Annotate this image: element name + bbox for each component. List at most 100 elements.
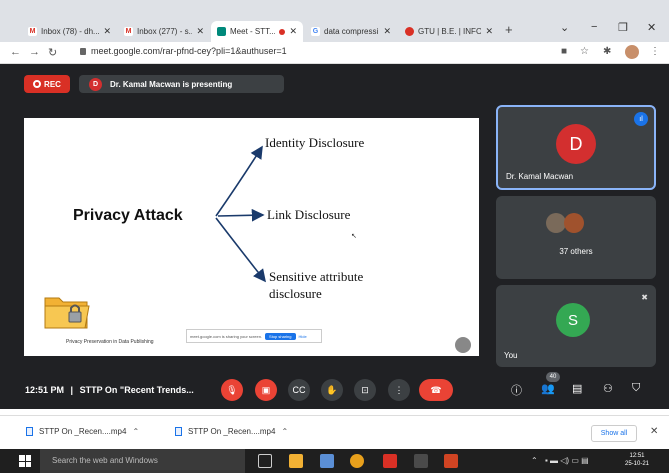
folder-lock-icon <box>44 297 90 329</box>
close-window-icon[interactable]: ✕ <box>647 21 656 34</box>
maximize-icon[interactable]: ❐ <box>618 21 628 34</box>
file-icon <box>175 427 182 436</box>
extensions-icon[interactable]: ✱ <box>603 46 611 57</box>
present-button[interactable]: ⊡ <box>354 379 376 401</box>
close-icon[interactable]: ✕ <box>485 26 493 37</box>
clock-date: 25-10-21 <box>625 461 650 467</box>
windows-start-icon[interactable] <box>19 455 31 467</box>
gtu-icon <box>405 27 414 36</box>
new-tab-button[interactable]: + <box>505 22 513 37</box>
slide-caption: Privacy Preservation in Data Publishing <box>66 339 154 345</box>
download-item[interactable]: STTP On _Recen....mp4 ⌃ <box>26 427 139 436</box>
back-icon[interactable]: ← <box>10 46 21 58</box>
slide-circle-button[interactable] <box>455 337 471 353</box>
chevron-up-icon[interactable]: ⌃ <box>281 427 288 436</box>
record-icon <box>33 80 42 88</box>
meet-icon <box>217 27 226 36</box>
close-icon[interactable]: ✕ <box>103 26 111 37</box>
participant-tile-self[interactable]: ✖ S You <box>496 285 656 367</box>
rec-label: REC <box>44 79 61 89</box>
tray-icons[interactable]: ▪ ▬ ◁) ▭ ▤ <box>545 456 589 465</box>
url-text: meet.google.com/rar-pfnd-cey?pli=1&authu… <box>91 46 287 56</box>
close-icon[interactable]: ✕ <box>650 426 658 437</box>
chat-icon[interactable]: ▤ <box>572 382 582 395</box>
task-view-icon[interactable] <box>258 454 272 468</box>
presenter-avatar-large: D <box>556 124 596 164</box>
tab-title: GTU | B.E. | INFO... <box>418 27 482 36</box>
browser-tab-strip: M Inbox (78) - dh... ✕ M Inbox (277) - s… <box>0 0 669 42</box>
forward-icon[interactable]: → <box>29 46 40 58</box>
star-icon[interactable]: ☆ <box>580 46 589 57</box>
diagram-arrows <box>215 145 266 283</box>
taskbar-search[interactable]: Search the web and Windows <box>40 449 245 473</box>
raise-hand-button[interactable]: ✋ <box>321 379 343 401</box>
speaking-indicator-icon: ıl <box>634 112 648 126</box>
tab-inbox-2[interactable]: M Inbox (277) - s... ✕ <box>118 21 210 42</box>
separator: | <box>70 385 74 395</box>
gmail-icon: M <box>124 27 133 36</box>
download-item[interactable]: STTP On _Recen....mp4 ⌃ <box>175 427 288 436</box>
slide-branch-sensitive-2: disclosure <box>269 286 322 301</box>
leave-call-button[interactable]: ☎ <box>419 379 453 401</box>
chevron-up-icon[interactable]: ⌃ <box>132 427 139 436</box>
tab-inbox-1[interactable]: M Inbox (78) - dh... ✕ <box>22 21 117 42</box>
tab-meet[interactable]: Meet - STT... ✕ <box>211 21 303 42</box>
powerpoint-icon[interactable] <box>444 454 458 468</box>
show-all-button[interactable]: Show all <box>591 425 637 442</box>
windows-taskbar: Search the web and Windows ⌃ ▪ ▬ ◁) ▭ ▤ … <box>0 449 669 473</box>
taskbar-clock[interactable]: 12:51 25-10-21 <box>625 452 649 468</box>
participant-tile-others[interactable]: 37 others <box>496 196 656 279</box>
google-icon: G <box>311 27 320 36</box>
file-explorer-icon[interactable] <box>289 454 303 468</box>
tab-title: Meet - STT... <box>230 27 276 36</box>
presenting-banner: D Dr. Kamal Macwan is presenting <box>79 75 284 93</box>
url-field[interactable]: meet.google.com/rar-pfnd-cey?pli=1&authu… <box>80 46 287 56</box>
reload-icon[interactable]: ↻ <box>48 46 57 59</box>
close-icon[interactable]: ✕ <box>289 26 297 37</box>
tab-search-icon[interactable]: ⌄ <box>560 21 569 34</box>
presenting-text: Dr. Kamal Macwan is presenting <box>110 79 233 89</box>
mic-toggle-button[interactable]: 🎙 <box>221 379 243 401</box>
stop-sharing-button[interactable]: Stop sharing <box>265 332 296 340</box>
app-icon[interactable] <box>320 454 334 468</box>
people-icon[interactable]: 👥 <box>541 382 555 395</box>
recording-icon <box>279 28 286 35</box>
chrome-icon[interactable] <box>350 454 364 468</box>
tray-chevron-icon[interactable]: ⌃ <box>531 456 538 465</box>
camera-icon[interactable]: ■ <box>561 46 567 57</box>
gmail-icon: M <box>28 27 37 36</box>
presenter-avatar: D <box>89 77 102 91</box>
acrobat-icon[interactable] <box>383 454 397 468</box>
others-count: 37 others <box>559 247 593 256</box>
close-icon[interactable]: ✕ <box>383 26 391 37</box>
download-filename: STTP On _Recen....mp4 <box>188 427 276 436</box>
host-controls-icon[interactable]: ⛉ <box>632 382 640 395</box>
download-filename: STTP On _Recen....mp4 <box>39 427 127 436</box>
tab-title: data compressi... <box>324 27 380 36</box>
more-options-button[interactable]: ⋮ <box>388 379 410 401</box>
profile-avatar[interactable] <box>625 45 639 59</box>
recording-badge: REC <box>24 75 70 93</box>
activities-icon[interactable]: ⚇ <box>603 382 613 395</box>
camera-toggle-button[interactable]: ▣ <box>255 379 277 401</box>
tab-title: Inbox (277) - s... <box>137 27 193 36</box>
tab-gtu[interactable]: GTU | B.E. | INFO... ✕ <box>399 21 499 42</box>
meet-window: REC D Dr. Kamal Macwan is presenting Pri… <box>0 64 669 409</box>
clock-time: 12:51 <box>629 453 645 459</box>
tab-data-compression[interactable]: G data compressi... ✕ <box>305 21 397 42</box>
self-avatar: S <box>556 303 590 337</box>
meeting-time: 12:51 PM <box>25 385 65 395</box>
app-icon[interactable] <box>414 454 428 468</box>
meeting-details-icon[interactable]: ⓘ <box>511 382 522 398</box>
participant-tile-presenter[interactable]: ıl D Dr. Kamal Macwan <box>496 105 656 190</box>
participants-count-badge: 40 <box>546 372 560 382</box>
hide-button[interactable]: Hide <box>299 334 307 339</box>
mic-off-icon: ✖ <box>641 293 648 302</box>
menu-icon[interactable]: ⋮ <box>650 46 660 57</box>
mouse-cursor-icon: ↖ <box>351 233 357 240</box>
captions-button[interactable]: CC <box>288 379 310 401</box>
close-icon[interactable]: ✕ <box>196 26 204 37</box>
slide-center-label: Privacy Attack <box>73 207 183 224</box>
downloads-bar: STTP On _Recen....mp4 ⌃ STTP On _Recen..… <box>0 415 669 449</box>
minimize-icon[interactable]: − <box>591 21 597 33</box>
